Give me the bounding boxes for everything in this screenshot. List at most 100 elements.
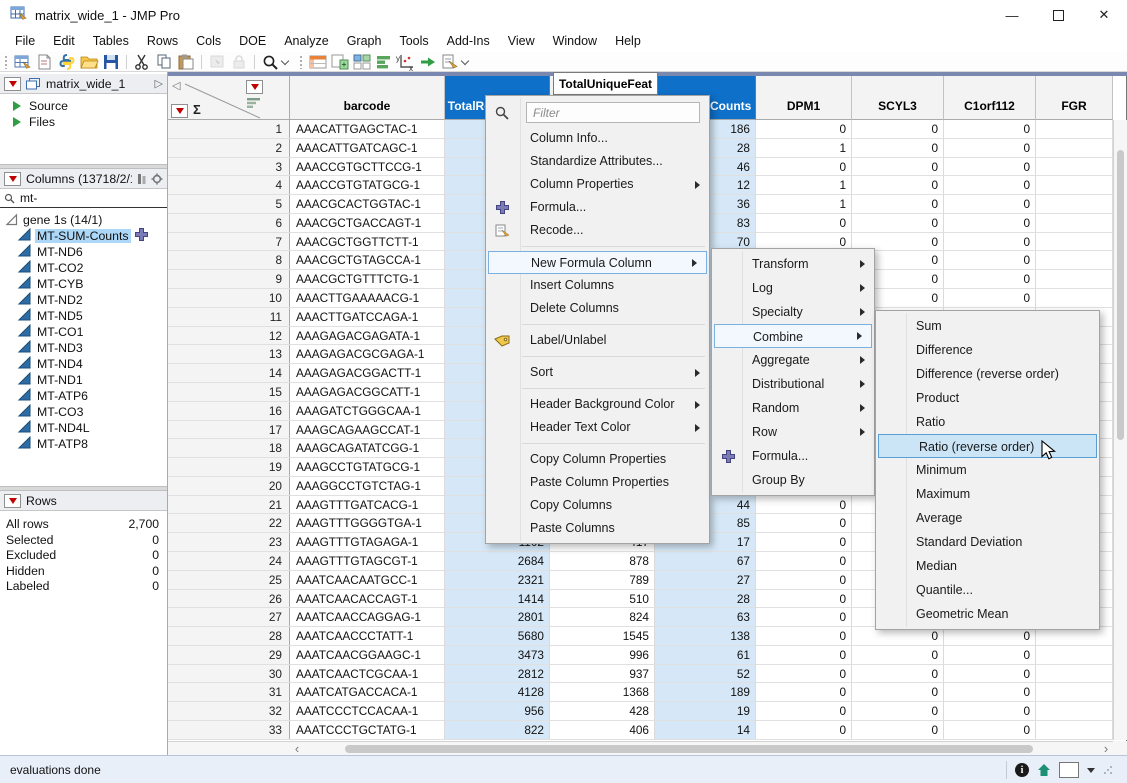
row-number[interactable]: 14: [168, 364, 290, 382]
window-list-box[interactable]: [1059, 762, 1079, 778]
table-cell[interactable]: 189: [655, 683, 756, 701]
table-cell[interactable]: AAACTTGAAAAACG-1: [290, 289, 445, 307]
table-cell[interactable]: AAACGCTGGTTCTT-1: [290, 233, 445, 251]
toolbar-overflow-icon[interactable]: [461, 58, 469, 66]
menu-item-copy-columns[interactable]: Copy Columns: [486, 494, 709, 517]
menu-item-label-unlabel[interactable]: Label/Unlabel: [486, 329, 709, 352]
row-number[interactable]: 32: [168, 702, 290, 720]
run-script-icon[interactable]: [417, 53, 439, 71]
table-cell[interactable]: [1036, 646, 1113, 664]
table-cell[interactable]: [1036, 289, 1113, 307]
row-number[interactable]: 8: [168, 251, 290, 269]
table-cell[interactable]: 0: [756, 721, 852, 739]
menubar-item-tables[interactable]: Tables: [84, 32, 138, 50]
menubar-item-analyze[interactable]: Analyze: [275, 32, 337, 50]
table-cell[interactable]: AAATCATGACCACA-1: [290, 683, 445, 701]
table-cell[interactable]: 27: [655, 571, 756, 589]
row-number[interactable]: 2: [168, 139, 290, 157]
menu-item-transform[interactable]: Transform: [712, 252, 874, 276]
table-cell[interactable]: 406: [550, 721, 655, 739]
table-cell[interactable]: 0: [852, 195, 944, 213]
table-cell[interactable]: 1: [756, 139, 852, 157]
table-cell[interactable]: AAACTTGATCCAGA-1: [290, 308, 445, 326]
rows-red-triangle-icon[interactable]: [171, 104, 188, 118]
table-cell[interactable]: 138: [655, 627, 756, 645]
row-number[interactable]: 16: [168, 402, 290, 420]
table-cell[interactable]: 428: [550, 702, 655, 720]
table-cell[interactable]: 0: [944, 646, 1036, 664]
table-cell[interactable]: AAATCCCTCCACAA-1: [290, 702, 445, 720]
column-list-item-mt-co3[interactable]: MT-CO3: [0, 404, 167, 420]
table-cell[interactable]: 2321: [445, 571, 550, 589]
table-cell[interactable]: 0: [852, 683, 944, 701]
slider-icon[interactable]: [137, 173, 146, 185]
table-cell[interactable]: 0: [756, 552, 852, 570]
column-list-item-mt-co1[interactable]: MT-CO1: [0, 324, 167, 340]
table-cell[interactable]: 0: [944, 120, 1036, 138]
menu-item-minimum[interactable]: Minimum: [876, 458, 1099, 482]
table-cell[interactable]: [1036, 251, 1113, 269]
red-triangle-menu-icon[interactable]: [4, 494, 21, 508]
table-cell[interactable]: 19: [655, 702, 756, 720]
table-cell[interactable]: 1368: [550, 683, 655, 701]
fit-y-by-x-icon[interactable]: yx: [395, 53, 417, 71]
menu-item-difference-reverse-order[interactable]: Difference (reverse order): [876, 362, 1099, 386]
menu-item-recode[interactable]: Recode...: [486, 219, 709, 242]
menubar-item-doe[interactable]: DOE: [230, 32, 275, 50]
table-cell[interactable]: 63: [655, 608, 756, 626]
row-number[interactable]: 4: [168, 176, 290, 194]
table-cell[interactable]: 0: [944, 702, 1036, 720]
gear-icon[interactable]: [151, 173, 163, 185]
table-cell[interactable]: 61: [655, 646, 756, 664]
row-number[interactable]: 23: [168, 533, 290, 551]
menu-item-formula[interactable]: Formula...: [486, 196, 709, 219]
table-cell[interactable]: 0: [944, 251, 1036, 269]
menu-item-aggregate[interactable]: Aggregate: [712, 348, 874, 372]
new-script-icon[interactable]: [34, 53, 56, 71]
table-cell[interactable]: 0: [852, 214, 944, 232]
close-button[interactable]: ✕: [1081, 0, 1127, 30]
table-cell[interactable]: AAATCAACCCTATT-1: [290, 627, 445, 645]
table-cell[interactable]: 0: [756, 646, 852, 664]
row-number[interactable]: 17: [168, 421, 290, 439]
row-number[interactable]: 24: [168, 552, 290, 570]
table-cell[interactable]: 956: [445, 702, 550, 720]
table-cell[interactable]: 1: [756, 195, 852, 213]
menu-item-log[interactable]: Log: [712, 276, 874, 300]
row-number[interactable]: 25: [168, 571, 290, 589]
table-cell[interactable]: 0: [756, 608, 852, 626]
table-cell[interactable]: 3473: [445, 646, 550, 664]
column-list-item-mt-nd4l[interactable]: MT-ND4L: [0, 420, 167, 436]
menubar-item-cols[interactable]: Cols: [187, 32, 230, 50]
row-number[interactable]: 21: [168, 496, 290, 514]
table-cell[interactable]: 0: [944, 665, 1036, 683]
menubar-item-window[interactable]: Window: [544, 32, 606, 50]
toolbar-overflow-icon[interactable]: [281, 58, 289, 66]
new-data-table-icon[interactable]: [12, 53, 34, 71]
row-number[interactable]: 7: [168, 233, 290, 251]
toolbar-grip[interactable]: [299, 55, 303, 69]
window-grid-icon[interactable]: [351, 53, 373, 71]
vertical-scroll-thumb[interactable]: [1117, 150, 1124, 440]
table-cell[interactable]: AAATCAACACCAGT-1: [290, 590, 445, 608]
column-list-item-mt-atp6[interactable]: MT-ATP6: [0, 388, 167, 404]
row-number[interactable]: 27: [168, 608, 290, 626]
menubar-item-add-ins[interactable]: Add-Ins: [438, 32, 499, 50]
table-cell[interactable]: 937: [550, 665, 655, 683]
minimize-button[interactable]: —: [989, 0, 1035, 30]
column-header-scyl3[interactable]: SCYL3: [852, 76, 944, 120]
menu-item-random[interactable]: Random: [712, 396, 874, 420]
table-cell[interactable]: AAAGAGACGGACTT-1: [290, 364, 445, 382]
table-cell[interactable]: AAACGCACTGGTAC-1: [290, 195, 445, 213]
table-cell[interactable]: 0: [852, 646, 944, 664]
summary-table-icon[interactable]: [329, 53, 351, 71]
menubar-item-view[interactable]: View: [499, 32, 544, 50]
vertical-scrollbar[interactable]: [1113, 120, 1127, 740]
menu-item-row[interactable]: Row: [712, 420, 874, 444]
row-number[interactable]: 5: [168, 195, 290, 213]
table-cell[interactable]: 1414: [445, 590, 550, 608]
table-cell[interactable]: 878: [550, 552, 655, 570]
resize-grip[interactable]: [1103, 765, 1113, 775]
horizontal-scroll-thumb[interactable]: [345, 745, 1033, 753]
row-number[interactable]: 13: [168, 345, 290, 363]
